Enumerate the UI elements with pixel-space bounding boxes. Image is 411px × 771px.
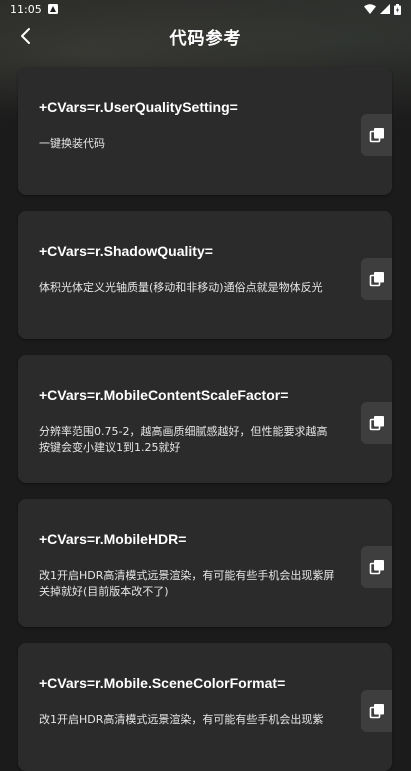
- code-text: +CVars=r.UserQualitySetting=: [39, 99, 238, 115]
- code-text: +CVars=r.MobileHDR=: [39, 531, 187, 547]
- notification-icon: [47, 4, 58, 14]
- arrow-left-icon: [21, 28, 30, 44]
- signal-icon: [380, 4, 390, 14]
- code-card: +CVars=r.UserQualitySetting= 一键换装代码: [18, 67, 392, 195]
- code-list[interactable]: +CVars=r.UserQualitySetting= 一键换装代码 +CVa…: [0, 0, 411, 771]
- copy-button[interactable]: [361, 546, 392, 588]
- code-description: 改1开启HDR高清模式远景渲染，有可能有些手机会出现紫: [39, 713, 324, 726]
- code-card: +CVars=r.MobileHDR= 改1开启HDR高清模式远景渲染，有可能有…: [18, 499, 392, 627]
- copy-button[interactable]: [361, 690, 392, 732]
- code-text: +CVars=r.ShadowQuality=: [39, 243, 213, 259]
- copy-icon: [369, 704, 384, 719]
- status-time: 11:05: [10, 2, 42, 16]
- copy-icon: [369, 416, 384, 431]
- copy-icon: [369, 560, 384, 575]
- code-text: +CVars=r.MobileContentScaleFactor=: [39, 387, 289, 403]
- copy-button[interactable]: [361, 114, 392, 156]
- code-description: 改1开启HDR高清模式远景渲染，有可能有些手机会出现紫屏关掉就好(目前版本改不了…: [39, 569, 335, 598]
- app-header: 代码参考: [0, 20, 411, 52]
- back-button[interactable]: [12, 22, 40, 50]
- copy-icon: [369, 272, 384, 287]
- code-description: 体积光体定义光轴质量(移动和非移动)通俗点就是物体反光: [39, 281, 323, 294]
- page-title: 代码参考: [169, 28, 242, 49]
- code-card: +CVars=r.MobileContentScaleFactor= 分辨率范围…: [18, 355, 392, 483]
- copy-icon: [369, 128, 384, 143]
- copy-button[interactable]: [361, 258, 392, 300]
- code-description: 一键换装代码: [39, 137, 105, 150]
- wifi-icon: [364, 4, 376, 14]
- battery-icon: [394, 3, 401, 15]
- code-text: +CVars=r.Mobile.SceneColorFormat=: [39, 675, 286, 691]
- copy-button[interactable]: [361, 402, 392, 444]
- code-description: 分辨率范围0.75-2，越高画质细腻感越好，但性能要求越高按键会变小建议1到1.…: [39, 425, 328, 454]
- code-card: +CVars=r.ShadowQuality= 体积光体定义光轴质量(移动和非移…: [18, 211, 392, 339]
- code-card: +CVars=r.Mobile.SceneColorFormat= 改1开启HD…: [18, 643, 392, 771]
- status-bar: 11:05: [0, 0, 411, 18]
